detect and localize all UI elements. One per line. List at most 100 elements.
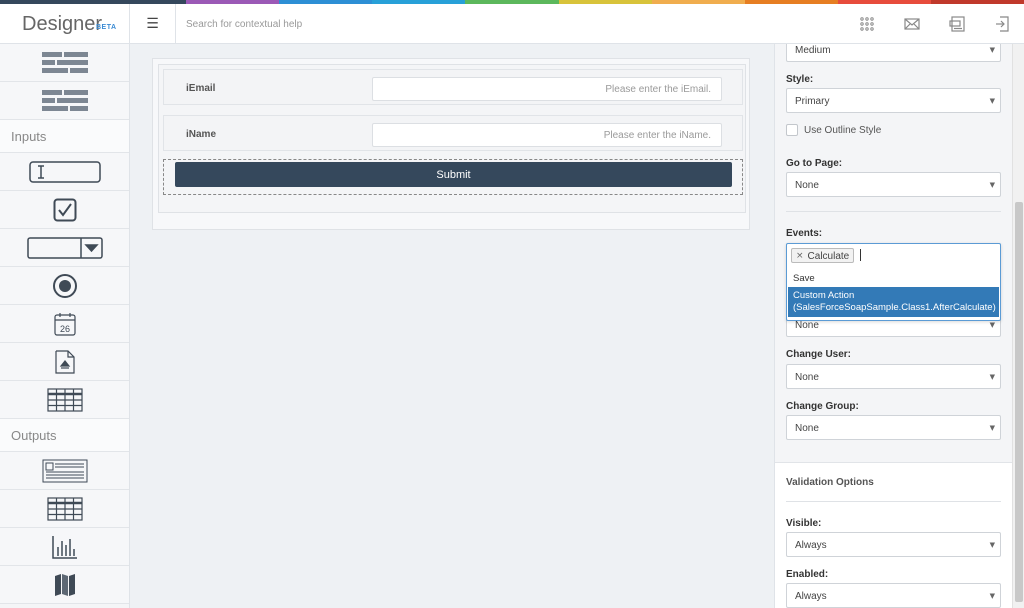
events-label: Events: bbox=[786, 228, 823, 239]
map-icon bbox=[54, 573, 75, 596]
date-tool[interactable]: 26 bbox=[0, 305, 129, 343]
email-label: iEmail bbox=[186, 83, 216, 94]
change-group-select[interactable]: None ▼ bbox=[786, 415, 1001, 440]
change-group-label: Change Group: bbox=[786, 401, 859, 412]
email-input[interactable] bbox=[372, 77, 722, 101]
rows-icon bbox=[41, 51, 88, 73]
chevron-down-icon: ▼ bbox=[989, 97, 995, 105]
menu-button[interactable]: ☰ bbox=[130, 4, 176, 44]
submit-button[interactable]: Submit bbox=[175, 162, 732, 187]
chart-tool[interactable] bbox=[0, 528, 129, 566]
hamburger-icon: ☰ bbox=[146, 16, 159, 32]
dropdown-icon bbox=[26, 236, 103, 259]
change-user-label: Change User: bbox=[786, 349, 852, 360]
properties-scrollbar[interactable] bbox=[1012, 44, 1024, 608]
enabled-label: Enabled: bbox=[786, 569, 829, 580]
form-container[interactable]: iEmail iName Submit bbox=[152, 58, 750, 230]
table-input-tool[interactable] bbox=[0, 381, 129, 419]
outline-style-label: Use Outline Style bbox=[804, 124, 882, 136]
inputs-section-label: Inputs bbox=[0, 120, 129, 153]
change-user-value: None bbox=[795, 372, 819, 383]
change-user-select[interactable]: None ▼ bbox=[786, 364, 1001, 389]
file-upload-icon bbox=[54, 349, 75, 374]
change-group-value: None bbox=[795, 423, 819, 434]
divider bbox=[786, 211, 1001, 212]
grid-icon[interactable] bbox=[845, 4, 889, 44]
size-select[interactable]: Medium ▼ bbox=[786, 44, 1001, 62]
chart-icon bbox=[51, 535, 77, 559]
brand[interactable]: Designer BETA bbox=[0, 4, 130, 44]
enabled-select[interactable]: Always ▼ bbox=[786, 583, 1001, 608]
custom-action-title: Custom Action bbox=[793, 290, 855, 301]
table-output-tool[interactable] bbox=[0, 490, 129, 528]
form-row-name[interactable]: iName bbox=[163, 115, 743, 151]
map-tool[interactable] bbox=[0, 566, 129, 604]
event-option-save[interactable]: Save bbox=[788, 273, 999, 287]
text-cursor bbox=[860, 249, 861, 261]
textbox-icon bbox=[28, 160, 101, 183]
visible-label: Visible: bbox=[786, 518, 822, 529]
radio-icon bbox=[52, 273, 77, 298]
form-row-email[interactable]: iEmail bbox=[163, 69, 743, 105]
properties-panel: Medium ▼ Style: Primary ▼ Use Outline St… bbox=[774, 44, 1012, 608]
columns-icon bbox=[41, 89, 88, 111]
chevron-down-icon: ▼ bbox=[989, 424, 995, 432]
radio-tool[interactable] bbox=[0, 267, 129, 305]
text-output-icon bbox=[42, 459, 87, 482]
calendar-icon: 26 bbox=[53, 312, 76, 336]
dropdown-tool[interactable] bbox=[0, 229, 129, 267]
chevron-down-icon: ▼ bbox=[989, 321, 995, 329]
top-bar: Designer BETA ☰ bbox=[0, 4, 1024, 44]
scrollbar-thumb[interactable] bbox=[1015, 202, 1023, 602]
visible-select[interactable]: Always ▼ bbox=[786, 532, 1001, 557]
calendar-day: 26 bbox=[59, 324, 69, 334]
table-output-icon bbox=[46, 496, 83, 521]
divider bbox=[786, 501, 1001, 502]
rows-layout-tool[interactable] bbox=[0, 44, 129, 82]
server-icon[interactable] bbox=[935, 4, 979, 44]
form-section[interactable]: iEmail iName Submit bbox=[158, 64, 746, 213]
style-label: Style: bbox=[786, 74, 814, 85]
table-input-icon bbox=[46, 387, 83, 412]
remove-tag-icon[interactable]: × bbox=[796, 251, 804, 261]
style-value: Primary bbox=[795, 96, 830, 107]
file-upload-tool[interactable] bbox=[0, 343, 129, 381]
header-actions bbox=[844, 4, 1024, 44]
outputs-section-label: Outputs bbox=[0, 419, 129, 452]
goto-page-select[interactable]: None ▼ bbox=[786, 172, 1001, 197]
chevron-down-icon: ▼ bbox=[989, 181, 995, 189]
chevron-down-icon: ▼ bbox=[989, 541, 995, 549]
search-input[interactable] bbox=[176, 4, 676, 44]
outline-style-option[interactable]: Use Outline Style bbox=[786, 124, 881, 136]
submit-selected-frame[interactable]: Submit bbox=[163, 159, 743, 195]
textbox-tool[interactable] bbox=[0, 153, 129, 191]
text-output-tool[interactable] bbox=[0, 452, 129, 490]
checkbox-tool[interactable] bbox=[0, 191, 129, 229]
enabled-value: Always bbox=[795, 591, 827, 602]
visible-value: Always bbox=[795, 540, 827, 551]
style-select[interactable]: Primary ▼ bbox=[786, 88, 1001, 113]
outline-style-checkbox[interactable] bbox=[786, 124, 798, 136]
validation-title: Validation Options bbox=[786, 477, 874, 488]
mail-icon[interactable] bbox=[890, 4, 934, 44]
size-value: Medium bbox=[795, 45, 831, 56]
chevron-down-icon: ▼ bbox=[989, 373, 995, 381]
name-label: iName bbox=[186, 129, 217, 140]
event-option-custom-action[interactable]: Custom Action (SalesForceSoapSample.Clas… bbox=[788, 287, 999, 317]
goto-page-label: Go to Page: bbox=[786, 158, 843, 169]
chevron-down-icon: ▼ bbox=[989, 46, 995, 54]
validation-options-section: Validation Options Visible: Always ▼ Ena… bbox=[775, 462, 1012, 608]
name-input[interactable] bbox=[372, 123, 722, 147]
checkbox-icon bbox=[53, 198, 76, 221]
events-multiselect[interactable]: × Calculate Save Custom Action (SalesFor… bbox=[786, 243, 1001, 321]
chevron-down-icon: ▼ bbox=[989, 592, 995, 600]
design-canvas[interactable]: iEmail iName Submit bbox=[130, 44, 774, 608]
beta-badge: BETA bbox=[96, 24, 117, 31]
goto-page-value: None bbox=[795, 180, 819, 191]
event-tag-calculate[interactable]: × Calculate bbox=[791, 248, 855, 263]
custom-action-detail: (SalesForceSoapSample.Class1.AfterCalcul… bbox=[793, 302, 996, 313]
app-name: Designer bbox=[22, 13, 103, 35]
event-tag-label: Calculate bbox=[807, 250, 850, 262]
columns-layout-tool[interactable] bbox=[0, 82, 129, 120]
sign-out-icon[interactable] bbox=[980, 4, 1024, 44]
